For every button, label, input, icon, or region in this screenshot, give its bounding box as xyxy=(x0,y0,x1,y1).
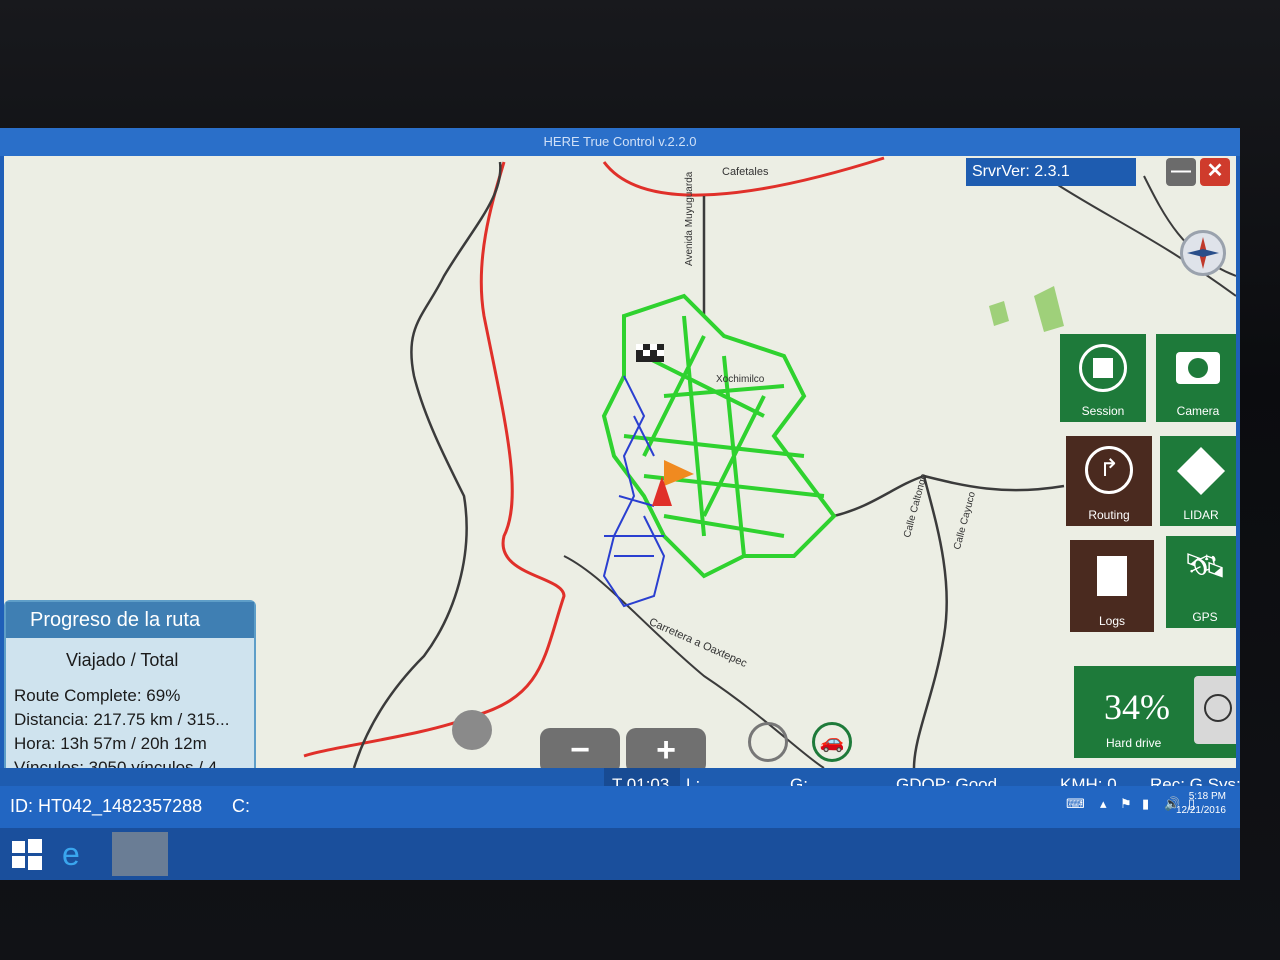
internet-explorer-icon[interactable]: e xyxy=(62,832,98,876)
window-title: HERE True Control v.2.2.0 xyxy=(0,128,1240,156)
session-icon xyxy=(1079,344,1127,392)
keyboard-icon[interactable]: ⌨ xyxy=(1066,796,1085,812)
distance: Distancia: 217.75 km / 315... xyxy=(14,710,230,729)
logs-label: Logs xyxy=(1098,614,1126,628)
routing-icon: ↱ xyxy=(1085,446,1133,494)
map-canvas[interactable]: Cafetales Avenida Muyuguarda Xochimilco … xyxy=(4,156,1236,768)
id-c: C: xyxy=(232,796,250,816)
harddrive-label: Hard drive xyxy=(1106,736,1162,750)
routing-button[interactable]: ↱ Routing xyxy=(1066,436,1152,526)
tray-up-icon[interactable]: ▴ xyxy=(1100,796,1107,812)
server-version: SrvrVer: 2.3.1 xyxy=(966,158,1136,186)
zoom-in-button[interactable]: + xyxy=(626,728,706,768)
harddrive-icon xyxy=(1194,676,1236,744)
time: Hora: 13h 57m / 20h 12m xyxy=(14,734,207,753)
taskbar-clock[interactable]: 5:18 PM 12/21/2016 xyxy=(1176,790,1226,818)
map-label-district: Xochimilco xyxy=(716,374,765,385)
route-complete: Route Complete: 69% xyxy=(14,686,181,705)
clock-time: 5:18 PM xyxy=(1188,791,1226,802)
route-progress-panel: Progreso de la ruta Viajado / Total Rout… xyxy=(4,600,256,768)
links: Vínculos: 3050 vínculos / 4... xyxy=(14,758,232,768)
compass-icon[interactable] xyxy=(1180,230,1226,276)
lidar-icon xyxy=(1176,446,1226,496)
map-label-cafetales: Cafetales xyxy=(722,166,769,178)
flag-icon[interactable]: ⚑ xyxy=(1120,796,1132,812)
camera-button[interactable]: Camera xyxy=(1156,334,1236,422)
windows-icon xyxy=(12,839,42,870)
minimize-button[interactable]: — xyxy=(1166,158,1196,186)
screen: HERE True Control v.2.2.0 Cafetales Aven… xyxy=(0,128,1240,880)
harddrive-percent: 34% xyxy=(1104,687,1170,727)
session-label: Session xyxy=(1081,404,1125,418)
gps-label: GPS xyxy=(1192,610,1218,624)
camera-icon xyxy=(1176,352,1220,384)
crosshair-icon[interactable] xyxy=(748,722,788,762)
truecontrol-taskbar-icon[interactable] xyxy=(112,832,168,876)
close-button[interactable]: ✕ xyxy=(1200,158,1230,186)
vehicle-follow-icon[interactable]: 🚗 xyxy=(812,722,852,762)
routing-label: Routing xyxy=(1088,508,1130,522)
lidar-label: LIDAR xyxy=(1183,508,1219,522)
lidar-button[interactable]: LIDAR xyxy=(1160,436,1236,526)
start-button[interactable] xyxy=(10,832,44,876)
zoom-out-button[interactable]: − xyxy=(540,728,620,768)
logs-button[interactable]: Logs xyxy=(1070,540,1154,632)
logs-icon xyxy=(1097,556,1127,596)
session-id: ID: HT042_1482357288 xyxy=(10,796,203,816)
signal-icon[interactable]: ▮ xyxy=(1142,796,1149,812)
taskbar: e xyxy=(0,828,1240,880)
location-pin-icon[interactable] xyxy=(452,710,492,750)
progress-subtitle: Viajado / Total xyxy=(66,650,179,670)
gps-button[interactable]: 🛰 GPS xyxy=(1166,536,1236,628)
satellite-icon: 🛰 xyxy=(1183,547,1227,585)
camera-label: Camera xyxy=(1176,404,1220,418)
session-button[interactable]: Session xyxy=(1060,334,1146,422)
clock-date: 12/21/2016 xyxy=(1175,805,1226,816)
id-bar: ID: HT042_1482357288 C: ⌨ ▴ ⚑ ▮ 🔊 ▯ 5:18… xyxy=(0,786,1240,828)
harddrive-status[interactable]: 34% Hard drive xyxy=(1074,666,1236,758)
progress-title: Progreso de la ruta xyxy=(6,602,254,638)
map-label-avenue: Avenida Muyuguarda xyxy=(684,171,695,266)
